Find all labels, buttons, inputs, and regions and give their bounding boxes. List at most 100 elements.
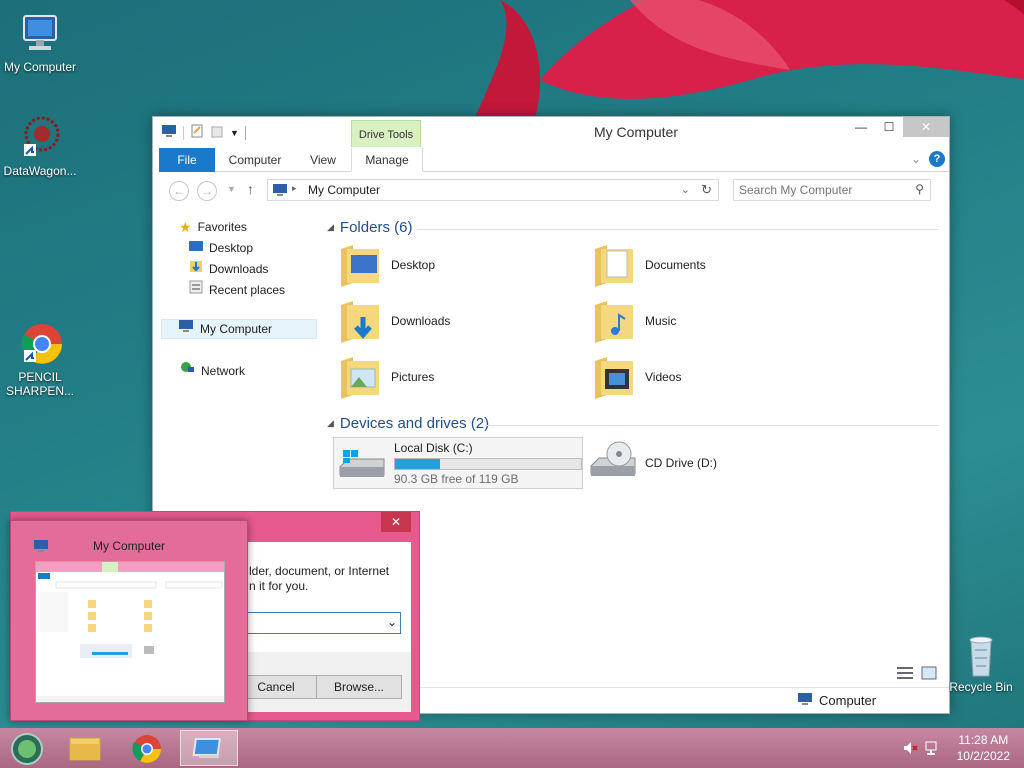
collapse-icon: ◢ (327, 418, 334, 428)
help-icon[interactable]: ? (929, 151, 945, 167)
computer-small-icon (797, 692, 813, 709)
folder-videos[interactable]: Videos (593, 355, 681, 399)
disk-usage-bar (394, 458, 582, 470)
refresh-icon[interactable]: ↻ (701, 182, 712, 198)
nav-my-computer[interactable]: My Computer (161, 319, 317, 339)
status-location: Computer (797, 692, 876, 709)
title-bar[interactable]: ▼ Drive Tools My Computer — ☐ ✕ (153, 117, 949, 147)
videos-folder-icon (593, 355, 635, 399)
taskbar-file-explorer[interactable] (56, 730, 114, 766)
thumbnail-title: My Computer (93, 539, 166, 553)
search-icon[interactable]: ⚲ (915, 182, 924, 196)
recent-locations-icon[interactable]: ▼ (227, 184, 236, 194)
taskbar-clock[interactable]: 11:28 AM 10/2/2022 (957, 732, 1010, 764)
nav-recent-places[interactable]: Recent places (189, 280, 285, 300)
drive-cd-d[interactable]: CD Drive (D:) (589, 441, 717, 485)
thumbnail-window-image (35, 561, 225, 703)
expand-ribbon-icon[interactable]: ⌄ (911, 152, 921, 166)
search-input[interactable] (734, 180, 904, 200)
desktop-icon-recycle-bin[interactable]: Recycle Bin (938, 632, 1024, 694)
address-dropdown-icon[interactable]: ⌄ (681, 183, 690, 196)
browse-button[interactable]: Browse... (316, 675, 402, 699)
drive-local-disk-c[interactable]: Local Disk (C:) 90.3 GB free of 119 GB (333, 437, 583, 489)
window-title: My Computer (593, 124, 679, 140)
folders-group-header[interactable]: ◢ Folders (6) (327, 219, 412, 236)
large-icons-view-icon[interactable] (921, 666, 937, 683)
hard-drive-icon (338, 445, 386, 488)
taskbar: 11:28 AM 10/2/2022 (0, 728, 1024, 768)
forward-button[interactable]: → (197, 181, 217, 201)
folder-icon (69, 737, 101, 761)
desktop-icon-my-computer[interactable]: My Computer (0, 10, 80, 74)
desktop-icon-label: DataWagon... (3, 164, 77, 178)
folder-pictures[interactable]: Pictures (339, 355, 434, 399)
desktop-icon-label: Recycle Bin (949, 680, 1013, 694)
devices-group-header[interactable]: ◢ Devices and drives (2) (327, 415, 489, 432)
folder-downloads[interactable]: Downloads (339, 299, 450, 343)
address-text: My Computer (308, 183, 381, 197)
recent-places-icon (189, 280, 203, 300)
computer-icon (16, 10, 64, 58)
recycle-bin-icon (957, 632, 1005, 678)
divider (417, 229, 939, 230)
folder-documents[interactable]: Documents (593, 243, 706, 287)
network-status-icon[interactable] (924, 740, 940, 759)
music-folder-icon (593, 299, 635, 343)
computer-small-icon (273, 184, 287, 196)
drive-name: Local Disk (C:) (394, 441, 473, 455)
nav-desktop[interactable]: Desktop (189, 238, 253, 258)
taskbar-thumbnail-preview[interactable]: My Computer (10, 520, 248, 721)
network-icon (179, 361, 195, 381)
cd-drive-icon (589, 440, 637, 487)
chevron-right-icon[interactable]: ▸ (292, 183, 297, 194)
tab-view[interactable]: View (305, 148, 341, 172)
folder-music[interactable]: Music (593, 299, 676, 343)
tab-manage[interactable]: Manage (351, 148, 423, 172)
maximize-button[interactable]: ☐ (875, 117, 903, 137)
nav-network[interactable]: Network (179, 361, 245, 381)
downloads-folder-icon (189, 259, 203, 279)
address-bar[interactable]: ▸ My Computer ⌄ ↻ (267, 179, 719, 201)
run-close-button[interactable]: ✕ (381, 512, 411, 532)
tab-computer[interactable]: Computer (223, 148, 287, 172)
taskbar-chrome[interactable] (118, 730, 176, 766)
desktop-icon-datawagon[interactable]: DataWagon... (0, 114, 80, 178)
up-button[interactable]: ↑ (247, 181, 254, 197)
disk-usage-fill (395, 459, 440, 469)
details-view-icon[interactable] (897, 666, 913, 683)
collapse-icon: ◢ (327, 222, 334, 232)
start-orb-icon (11, 733, 43, 765)
tab-file[interactable]: File (159, 148, 215, 172)
volume-muted-icon[interactable] (902, 740, 918, 759)
computer-small-icon (178, 319, 194, 339)
desktop-icon-label: My Computer (3, 60, 77, 74)
chrome-icon (132, 735, 161, 763)
documents-folder-icon (593, 243, 635, 287)
divider (485, 425, 939, 426)
pictures-folder-icon (339, 355, 381, 399)
computer-small-icon (33, 539, 49, 556)
desktop-folder-icon (339, 243, 381, 287)
chevron-down-icon[interactable]: ⌄ (387, 615, 397, 629)
chrome-icon (16, 320, 64, 368)
desktop-folder-icon (189, 238, 203, 258)
folder-desktop[interactable]: Desktop (339, 243, 435, 287)
navigation-bar: ← → ▼ ↑ ▸ My Computer ⌄ ↻ ⚲ (153, 173, 949, 207)
run-command-input[interactable]: ⌄ (241, 612, 401, 634)
back-button[interactable]: ← (169, 181, 189, 201)
desktop-icon-label: PENCIL SHARPEN... (5, 370, 74, 398)
drive-name: CD Drive (D:) (645, 456, 717, 470)
nav-downloads[interactable]: Downloads (189, 259, 268, 279)
taskbar-my-computer[interactable] (180, 730, 238, 766)
star-icon: ★ (179, 219, 192, 235)
desktop-icon-pencil-sharpen[interactable]: PENCIL SHARPEN... (0, 320, 80, 398)
drive-free-space: 90.3 GB free of 119 GB (394, 472, 519, 486)
minimize-button[interactable]: — (847, 117, 875, 137)
nav-favorites[interactable]: ★ Favorites (179, 217, 247, 237)
search-box[interactable]: ⚲ (733, 179, 931, 201)
datawagon-icon (16, 114, 64, 162)
ribbon-tabs: File Computer View Manage ⌄ ? (159, 148, 949, 172)
close-button[interactable]: ✕ (903, 117, 949, 137)
start-button[interactable] (2, 730, 52, 766)
downloads-folder-icon (339, 299, 381, 343)
